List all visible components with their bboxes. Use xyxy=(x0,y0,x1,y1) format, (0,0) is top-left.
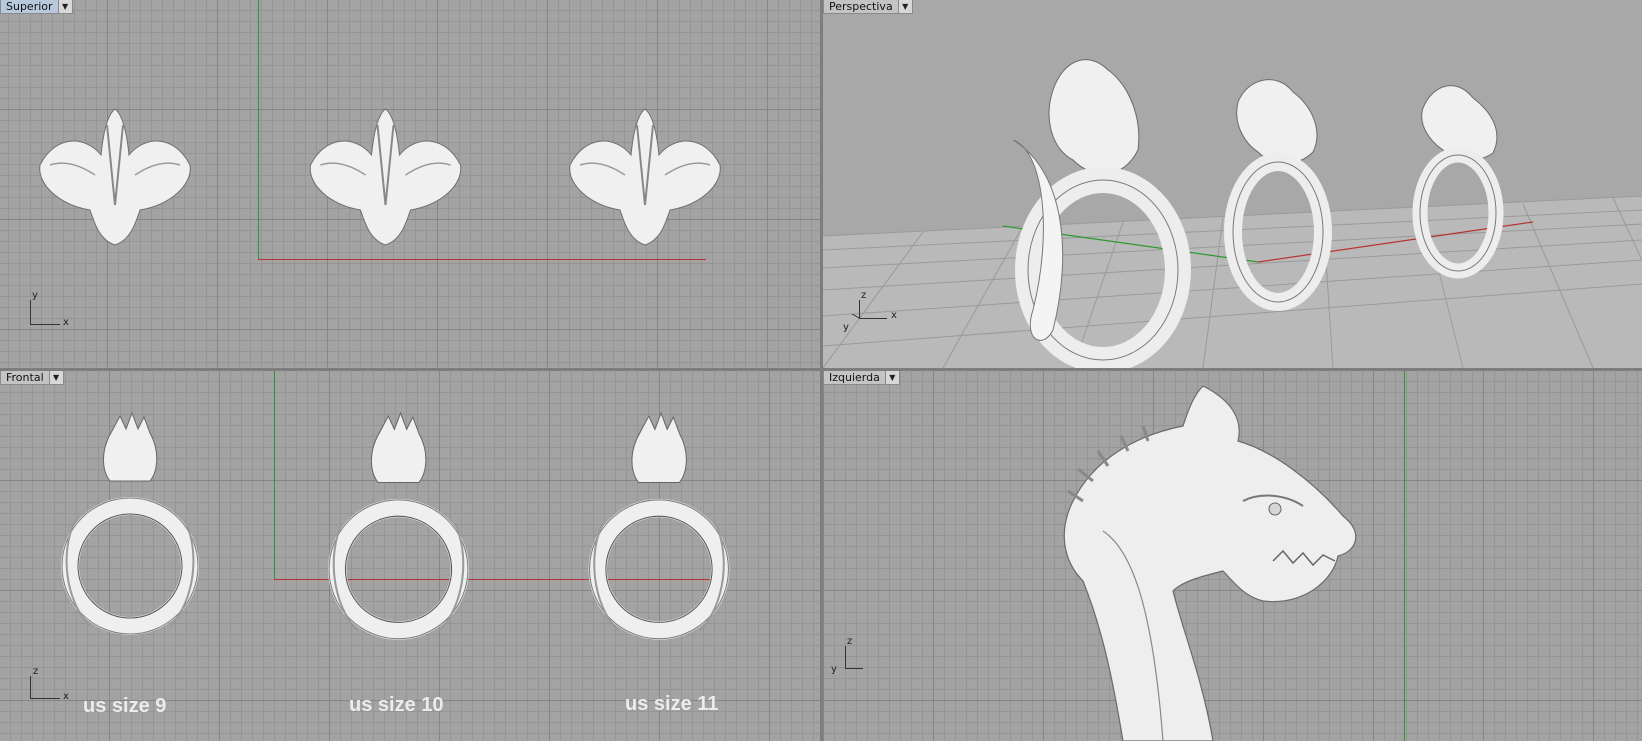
viewport-tab-perspective[interactable]: Perspectiva ▼ xyxy=(823,0,913,14)
ring-model-front-size-10 xyxy=(328,411,469,640)
ring-model-perspective-size-11 xyxy=(1412,85,1504,279)
axis-label-y: y xyxy=(32,290,38,301)
size-label-9: us size 9 xyxy=(83,695,167,717)
ring-model-top-size-9 xyxy=(39,108,191,246)
chevron-down-icon[interactable]: ▼ xyxy=(898,0,913,14)
axis-label-y: y xyxy=(843,322,849,333)
axis-widget: z x xyxy=(28,666,78,708)
viewport-left[interactable]: Izquierda ▼ z y xyxy=(823,371,1642,741)
viewport-tab-top[interactable]: Superior ▼ xyxy=(0,0,73,14)
axis-label-z: z xyxy=(33,666,39,677)
viewport-tab-front[interactable]: Frontal ▼ xyxy=(0,371,64,385)
x-axis-line xyxy=(258,259,706,260)
viewport-perspective[interactable]: Perspectiva ▼ z x y xyxy=(823,0,1642,368)
ring-model-front-size-9 xyxy=(61,411,199,635)
viewport-title[interactable]: Izquierda xyxy=(823,371,886,385)
viewport-top[interactable]: Superior ▼ y x xyxy=(0,0,820,368)
ring-model-perspective-size-9 xyxy=(1012,59,1191,368)
axis-label-x: x xyxy=(63,317,69,328)
axis-label-z: z xyxy=(861,290,867,301)
ring-model-top-size-11 xyxy=(569,108,721,246)
axis-label-x: x xyxy=(63,691,69,702)
chevron-down-icon[interactable]: ▼ xyxy=(49,371,64,385)
axis-label-z: z xyxy=(847,636,853,647)
axis-widget: y x xyxy=(28,290,78,332)
chevron-down-icon[interactable]: ▼ xyxy=(885,371,900,385)
z-axis-line xyxy=(274,371,275,579)
ring-model-front-size-11 xyxy=(588,411,730,640)
axis-widget: z x y xyxy=(837,290,907,342)
viewport-tab-left[interactable]: Izquierda ▼ xyxy=(823,371,900,385)
y-axis-line xyxy=(258,0,259,259)
size-label-11: us size 11 xyxy=(625,693,719,715)
axis-widget: z y xyxy=(829,636,879,678)
dragon-head-side-view xyxy=(1063,385,1357,741)
axis-label-x: x xyxy=(891,310,897,321)
viewport-title[interactable]: Frontal xyxy=(0,371,50,385)
ring-model-top-size-10 xyxy=(309,108,462,246)
viewport-front[interactable]: Frontal ▼ z x us size 9 us size 10 us si… xyxy=(0,371,820,741)
ring-model-perspective-size-10 xyxy=(1224,79,1332,311)
axis-label-y: y xyxy=(831,664,837,675)
viewport-title[interactable]: Superior xyxy=(0,0,59,14)
size-label-10: us size 10 xyxy=(349,694,444,716)
viewport-title[interactable]: Perspectiva xyxy=(823,0,899,14)
chevron-down-icon[interactable]: ▼ xyxy=(58,0,73,14)
